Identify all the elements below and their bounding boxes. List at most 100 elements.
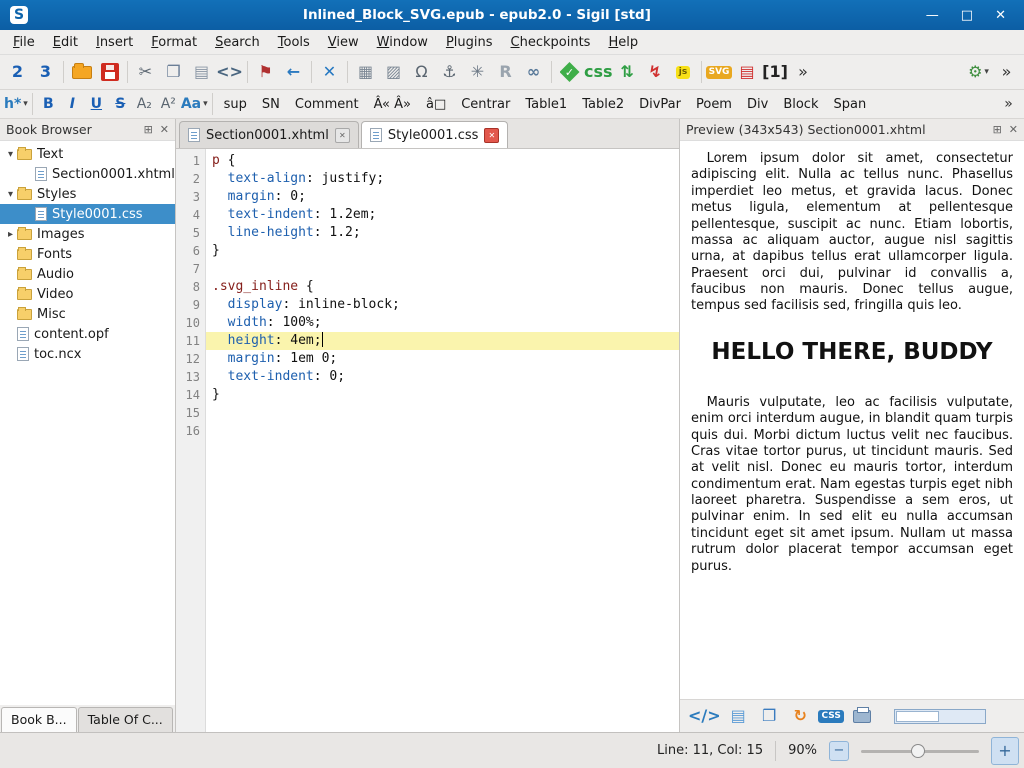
maximize-button[interactable]: □ [961, 8, 973, 23]
toolbar-overflow-icon[interactable]: » [790, 59, 817, 86]
menu-edit[interactable]: Edit [44, 32, 87, 53]
bookmark-icon[interactable]: ⚑ [252, 59, 279, 86]
plugin-block-button[interactable]: Block [776, 93, 825, 116]
underline-icon[interactable]: U [85, 93, 108, 116]
menu-format[interactable]: Format [142, 32, 206, 53]
plugin-table1-button[interactable]: Table1 [518, 93, 574, 116]
menu-plugins[interactable]: Plugins [437, 32, 502, 53]
plugin-div-button[interactable]: Div [740, 93, 775, 116]
pdf-icon[interactable]: ▤ [734, 59, 761, 86]
plugin-sn-button[interactable]: SN [255, 93, 287, 116]
open-epub-icon[interactable] [68, 59, 95, 86]
bottom-tab-book-browser[interactable]: Book B... [1, 707, 77, 732]
zoom-in-button[interactable]: + [991, 737, 1019, 765]
code-line[interactable]: line-height: 1.2; [206, 224, 679, 242]
css-validate-icon[interactable]: css [584, 59, 613, 86]
tree-item-style0001-css[interactable]: Style0001.css [0, 204, 175, 224]
svg-badge-icon[interactable]: SVG [706, 59, 733, 86]
plugin-poem-button[interactable]: Poem [689, 93, 739, 116]
code-view-icon[interactable]: <> [216, 59, 243, 86]
plugins-gear-icon[interactable]: ⚙▾ [965, 59, 992, 86]
omega-entity-icon[interactable]: Ω [408, 59, 435, 86]
mend-code-icon[interactable]: ↯ [642, 59, 669, 86]
preview-refresh-icon[interactable]: ↻ [787, 703, 814, 730]
tab-section0001-xhtml[interactable]: Section0001.xhtml✕ [179, 121, 359, 148]
save-icon[interactable] [96, 59, 123, 86]
well-formed-check-icon[interactable]: ✓ [556, 59, 583, 86]
tab-close-icon[interactable]: ✕ [484, 128, 499, 143]
menu-window[interactable]: Window [368, 32, 437, 53]
code-line[interactable]: margin: 1em 0; [206, 350, 679, 368]
code-line[interactable]: width: 100%; [206, 314, 679, 332]
preview-scrollbar[interactable] [894, 709, 986, 724]
tree-item-styles[interactable]: ▾Styles [0, 184, 175, 204]
plugin-comment-button[interactable]: Comment [288, 93, 366, 116]
tree-item-fonts[interactable]: Fonts [0, 244, 175, 264]
bold-icon[interactable]: B [37, 93, 60, 116]
plugin-guillemets-button[interactable]: Â« Â» [367, 93, 418, 116]
tab-style0001-css[interactable]: Style0001.css✕ [361, 121, 509, 148]
special-characters-icon[interactable]: ▦ [352, 59, 379, 86]
code-line[interactable]: .svg_inline { [206, 278, 679, 296]
tree-item-section0001-xhtml[interactable]: Section0001.xhtml [0, 164, 175, 184]
code-line[interactable]: } [206, 386, 679, 404]
undock-preview-icon[interactable]: ⊞ [993, 123, 1002, 136]
menu-search[interactable]: Search [206, 32, 269, 53]
plugin-table2-button[interactable]: Table2 [575, 93, 631, 116]
plugin-span-button[interactable]: Span [826, 93, 873, 116]
zoom-out-button[interactable]: − [829, 741, 849, 761]
close-button[interactable]: ✕ [995, 8, 1006, 23]
tree-item-audio[interactable]: Audio [0, 264, 175, 284]
menu-checkpoints[interactable]: Checkpoints [502, 32, 600, 53]
menu-help[interactable]: Help [599, 32, 647, 53]
tree-item-text[interactable]: ▾Text [0, 144, 175, 164]
menu-insert[interactable]: Insert [87, 32, 142, 53]
tree-item-content-opf[interactable]: content.opf [0, 324, 175, 344]
tab-close-icon[interactable]: ✕ [335, 128, 350, 143]
tree-item-misc[interactable]: Misc [0, 304, 175, 324]
case-change-dropdown[interactable]: Aa▾ [181, 93, 208, 116]
plugin-sup-button[interactable]: sup [217, 93, 254, 116]
reload-preview-icon[interactable]: ⇅ [614, 59, 641, 86]
close-preview-icon[interactable]: ✕ [1009, 123, 1018, 136]
code-line[interactable]: p { [206, 152, 679, 170]
plugin-divpar-button[interactable]: DivPar [632, 93, 688, 116]
tree-item-images[interactable]: ▸Images [0, 224, 175, 244]
javascript-icon[interactable]: js [670, 59, 697, 86]
cut-icon[interactable]: ✂ [132, 59, 159, 86]
menu-view[interactable]: View [319, 32, 368, 53]
menu-file[interactable]: File [4, 32, 44, 53]
code-editor[interactable]: 12345678910111213141516 p { text-align: … [176, 149, 679, 732]
insert-image-icon[interactable]: ▨ [380, 59, 407, 86]
code-line[interactable]: display: inline-block; [206, 296, 679, 314]
blue-x-icon[interactable]: ✕ [316, 59, 343, 86]
heading-3-icon[interactable]: 3 [32, 59, 59, 86]
heading-2-icon[interactable]: 2 [4, 59, 31, 86]
preview-code-view-icon[interactable]: </> [688, 703, 721, 730]
code-line[interactable]: text-indent: 1.2em; [206, 206, 679, 224]
tree-item-toc-ncx[interactable]: toc.ncx [0, 344, 175, 364]
zoom-slider-handle[interactable] [911, 744, 925, 758]
paste-icon[interactable]: ▤ [188, 59, 215, 86]
copy-icon[interactable]: ❐ [160, 59, 187, 86]
index-icon[interactable]: [1] [762, 59, 789, 86]
code-line[interactable] [206, 404, 679, 422]
zoom-slider[interactable] [861, 740, 979, 762]
italic-icon[interactable]: I [61, 93, 84, 116]
preview-copy-icon[interactable]: ❐ [756, 703, 783, 730]
code-line[interactable]: height: 4em; [206, 332, 679, 350]
close-panel-icon[interactable]: ✕ [160, 123, 169, 136]
plugin-abox-button[interactable]: â□ [419, 93, 453, 116]
strikethrough-icon[interactable]: S [109, 93, 132, 116]
preview-print-icon[interactable] [849, 703, 876, 730]
preview-scrollbar-thumb[interactable] [896, 711, 939, 722]
code-line[interactable]: } [206, 242, 679, 260]
code-line[interactable] [206, 422, 679, 440]
subscript-icon[interactable]: A₂ [133, 93, 156, 116]
toolbar-overflow-right-icon[interactable]: » [993, 59, 1020, 86]
anchor-icon[interactable]: ⚓ [436, 59, 463, 86]
minimize-button[interactable]: — [926, 8, 939, 23]
tree-item-video[interactable]: Video [0, 284, 175, 304]
toolbar2-overflow-icon[interactable]: » [997, 93, 1020, 116]
code-line[interactable]: text-align: justify; [206, 170, 679, 188]
